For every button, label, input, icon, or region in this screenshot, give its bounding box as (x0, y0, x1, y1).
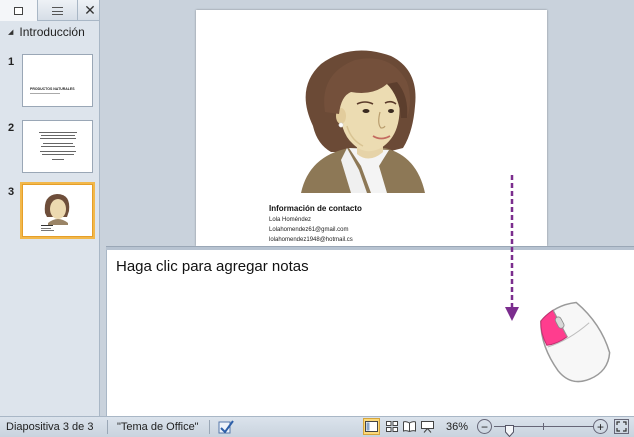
collapse-triangle-icon[interactable]: ◢ (8, 28, 13, 36)
spell-check-icon[interactable] (217, 417, 235, 437)
normal-view-icon (365, 421, 378, 432)
zoom-center-tick (543, 423, 544, 430)
tab-slides[interactable] (0, 0, 38, 21)
thumbnail-portrait (41, 194, 70, 231)
drag-down-arrow-icon (505, 175, 519, 321)
section-header[interactable]: ◢ Introducción (0, 21, 99, 43)
zoom-out-button[interactable]: − (477, 419, 492, 434)
slides-panel: ✕ ◢ Introducción 1 PRODUCTOS NATURALES 2… (0, 0, 100, 416)
slide-number: 1 (8, 56, 15, 68)
slides-icon (14, 6, 23, 15)
zoom-level[interactable]: 36% (446, 417, 468, 437)
tab-outline[interactable] (38, 0, 78, 21)
thumbnail-title: PRODUCTOS NATURALES (30, 87, 75, 91)
contact-email: Lolahomendez61@gmail.com (269, 227, 349, 233)
reading-view-button[interactable] (401, 418, 418, 435)
fit-window-icon (616, 421, 627, 432)
slide-show-button[interactable] (419, 418, 436, 435)
mouse-click-icon (540, 301, 611, 383)
book-icon (403, 421, 416, 432)
current-slide[interactable]: Información de contacto Lola Homéndez Lo… (196, 10, 547, 246)
zoom-in-button[interactable]: + (593, 419, 608, 434)
normal-view-button[interactable] (363, 418, 380, 435)
close-icon[interactable]: ✕ (80, 0, 100, 21)
woman-portrait-illustration (301, 50, 425, 193)
projector-screen-icon (421, 420, 434, 433)
grid-view-icon (385, 421, 398, 432)
contact-name: Lola Homéndez (269, 217, 312, 223)
slide-thumbnail-3[interactable] (20, 182, 95, 239)
notes-placeholder[interactable]: Haga clic para agregar notas (116, 258, 309, 275)
slide-thumbnail-1[interactable]: PRODUCTOS NATURALES (22, 54, 93, 107)
slide-editing-area: Información de contacto Lola Homéndez Lo… (106, 0, 634, 246)
outline-icon (52, 6, 63, 15)
zoom-slider-thumb[interactable] (505, 421, 514, 437)
contact-email-alt: lolahomendez1948@hotmail.cs (269, 237, 353, 243)
slide-count: Diapositiva 3 de 3 (6, 421, 94, 433)
theme-name[interactable]: "Tema de Office" (117, 417, 199, 437)
slide-thumbnail-2[interactable] (22, 120, 93, 173)
panel-tabs: ✕ (0, 0, 99, 21)
section-label: Introducción (19, 25, 85, 39)
slide-sorter-button[interactable] (383, 418, 400, 435)
fit-to-window-button[interactable] (614, 419, 629, 434)
slide-number: 3 (8, 186, 15, 198)
status-bar: Diapositiva 3 de 3 "Tema de Office" 36% … (0, 416, 634, 437)
slider-thumb-icon (505, 425, 514, 437)
divider (209, 420, 210, 434)
slide-number: 2 (8, 122, 15, 134)
contact-title: Información de contacto (269, 204, 362, 213)
checkmark-icon (218, 420, 234, 434)
divider (107, 420, 108, 434)
